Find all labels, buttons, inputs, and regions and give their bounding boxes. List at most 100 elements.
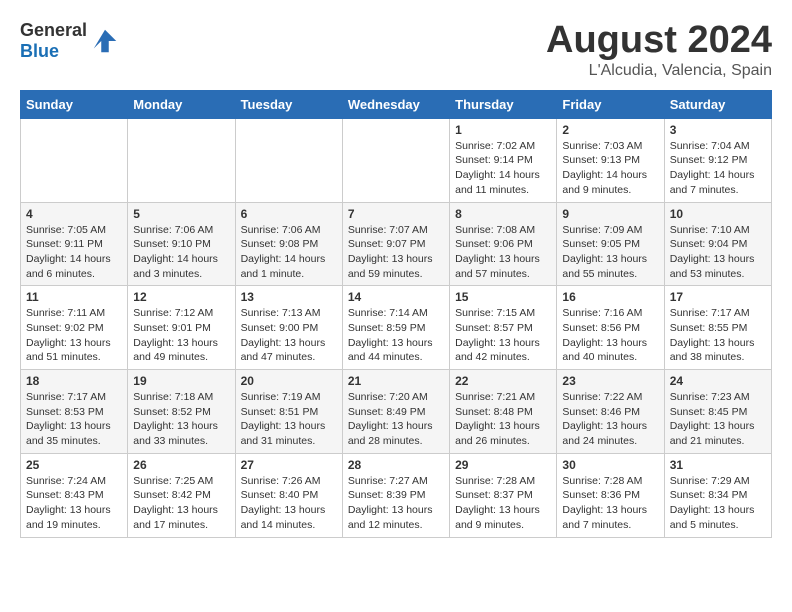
day-number: 17	[670, 290, 766, 304]
day-cell: 28 Sunrise: 7:27 AMSunset: 8:39 PMDayligh…	[342, 453, 449, 537]
day-number: 21	[348, 374, 444, 388]
day-info: Sunrise: 7:20 AMSunset: 8:49 PMDaylight:…	[348, 390, 444, 449]
day-cell: 4 Sunrise: 7:05 AMSunset: 9:11 PMDaylight…	[21, 202, 128, 286]
day-cell: 1 Sunrise: 7:02 AMSunset: 9:14 PMDaylight…	[450, 118, 557, 202]
day-cell	[21, 118, 128, 202]
day-number: 5	[133, 207, 229, 221]
day-cell: 30 Sunrise: 7:28 AMSunset: 8:36 PMDayligh…	[557, 453, 664, 537]
day-info: Sunrise: 7:03 AMSunset: 9:13 PMDaylight:…	[562, 139, 658, 198]
day-info: Sunrise: 7:10 AMSunset: 9:04 PMDaylight:…	[670, 223, 766, 282]
day-number: 31	[670, 458, 766, 472]
page-header: General Blue August 2024 L'Alcudia, Vale…	[20, 20, 772, 80]
day-cell: 6 Sunrise: 7:06 AMSunset: 9:08 PMDaylight…	[235, 202, 342, 286]
day-number: 18	[26, 374, 122, 388]
day-number: 9	[562, 207, 658, 221]
day-info: Sunrise: 7:25 AMSunset: 8:42 PMDaylight:…	[133, 474, 229, 533]
day-info: Sunrise: 7:07 AMSunset: 9:07 PMDaylight:…	[348, 223, 444, 282]
calendar-table: SundayMondayTuesdayWednesdayThursdayFrid…	[20, 90, 772, 538]
day-info: Sunrise: 7:19 AMSunset: 8:51 PMDaylight:…	[241, 390, 337, 449]
week-row-1: 1 Sunrise: 7:02 AMSunset: 9:14 PMDaylight…	[21, 118, 772, 202]
day-number: 1	[455, 123, 551, 137]
day-number: 27	[241, 458, 337, 472]
day-cell: 22Sunrise: 7:21 AMSunset: 8:48 PMDayligh…	[450, 370, 557, 454]
day-info: Sunrise: 7:06 AMSunset: 9:08 PMDaylight:…	[241, 223, 337, 282]
logo-general: General	[20, 20, 87, 40]
day-number: 20	[241, 374, 337, 388]
day-cell	[342, 118, 449, 202]
day-cell: 17Sunrise: 7:17 AMSunset: 8:55 PMDayligh…	[664, 286, 771, 370]
day-cell: 31 Sunrise: 7:29 AMSunset: 8:34 PMDayligh…	[664, 453, 771, 537]
day-info: Sunrise: 7:27 AMSunset: 8:39 PMDaylight:…	[348, 474, 444, 533]
day-cell: 26 Sunrise: 7:25 AMSunset: 8:42 PMDayligh…	[128, 453, 235, 537]
day-cell: 14Sunrise: 7:14 AMSunset: 8:59 PMDayligh…	[342, 286, 449, 370]
day-info: Sunrise: 7:23 AMSunset: 8:45 PMDaylight:…	[670, 390, 766, 449]
logo-icon	[90, 26, 120, 56]
logo-text: General Blue	[20, 20, 87, 62]
day-info: Sunrise: 7:16 AMSunset: 8:56 PMDaylight:…	[562, 306, 658, 365]
month-title: August 2024	[546, 20, 772, 62]
day-info: Sunrise: 7:09 AMSunset: 9:05 PMDaylight:…	[562, 223, 658, 282]
day-info: Sunrise: 7:08 AMSunset: 9:06 PMDaylight:…	[455, 223, 551, 282]
day-number: 19	[133, 374, 229, 388]
day-cell: 11Sunrise: 7:11 AMSunset: 9:02 PMDayligh…	[21, 286, 128, 370]
day-info: Sunrise: 7:17 AMSunset: 8:53 PMDaylight:…	[26, 390, 122, 449]
week-row-4: 18 Sunrise: 7:17 AMSunset: 8:53 PMDayligh…	[21, 370, 772, 454]
day-info: Sunrise: 7:28 AMSunset: 8:37 PMDaylight:…	[455, 474, 551, 533]
col-header-thursday: Thursday	[450, 90, 557, 118]
day-info: Sunrise: 7:22 AMSunset: 8:46 PMDaylight:…	[562, 390, 658, 449]
day-cell: 16Sunrise: 7:16 AMSunset: 8:56 PMDayligh…	[557, 286, 664, 370]
day-number: 25	[26, 458, 122, 472]
day-number: 23	[562, 374, 658, 388]
title-area: August 2024 L'Alcudia, Valencia, Spain	[546, 20, 772, 80]
location-title: L'Alcudia, Valencia, Spain	[546, 62, 772, 80]
day-number: 28	[348, 458, 444, 472]
day-info: Sunrise: 7:26 AMSunset: 8:40 PMDaylight:…	[241, 474, 337, 533]
day-cell: 25 Sunrise: 7:24 AMSunset: 8:43 PMDayligh…	[21, 453, 128, 537]
col-header-friday: Friday	[557, 90, 664, 118]
day-info: Sunrise: 7:28 AMSunset: 8:36 PMDaylight:…	[562, 474, 658, 533]
day-cell	[128, 118, 235, 202]
day-cell: 5 Sunrise: 7:06 AMSunset: 9:10 PMDaylight…	[128, 202, 235, 286]
day-info: Sunrise: 7:14 AMSunset: 8:59 PMDaylight:…	[348, 306, 444, 365]
day-number: 26	[133, 458, 229, 472]
day-info: Sunrise: 7:15 AMSunset: 8:57 PMDaylight:…	[455, 306, 551, 365]
day-cell: 21 Sunrise: 7:20 AMSunset: 8:49 PMDayligh…	[342, 370, 449, 454]
day-info: Sunrise: 7:24 AMSunset: 8:43 PMDaylight:…	[26, 474, 122, 533]
day-cell: 3 Sunrise: 7:04 AMSunset: 9:12 PMDaylight…	[664, 118, 771, 202]
day-cell: 7Sunrise: 7:07 AMSunset: 9:07 PMDaylight…	[342, 202, 449, 286]
col-header-tuesday: Tuesday	[235, 90, 342, 118]
day-info: Sunrise: 7:05 AMSunset: 9:11 PMDaylight:…	[26, 223, 122, 282]
day-number: 30	[562, 458, 658, 472]
day-cell: 9 Sunrise: 7:09 AMSunset: 9:05 PMDaylight…	[557, 202, 664, 286]
day-cell: 18 Sunrise: 7:17 AMSunset: 8:53 PMDayligh…	[21, 370, 128, 454]
day-info: Sunrise: 7:12 AMSunset: 9:01 PMDaylight:…	[133, 306, 229, 365]
day-number: 8	[455, 207, 551, 221]
day-info: Sunrise: 7:04 AMSunset: 9:12 PMDaylight:…	[670, 139, 766, 198]
week-row-5: 25 Sunrise: 7:24 AMSunset: 8:43 PMDayligh…	[21, 453, 772, 537]
day-info: Sunrise: 7:02 AMSunset: 9:14 PMDaylight:…	[455, 139, 551, 198]
day-info: Sunrise: 7:21 AMSunset: 8:48 PMDaylight:…	[455, 390, 551, 449]
day-cell: 20 Sunrise: 7:19 AMSunset: 8:51 PMDayligh…	[235, 370, 342, 454]
col-header-saturday: Saturday	[664, 90, 771, 118]
day-cell	[235, 118, 342, 202]
day-number: 6	[241, 207, 337, 221]
day-info: Sunrise: 7:18 AMSunset: 8:52 PMDaylight:…	[133, 390, 229, 449]
col-header-wednesday: Wednesday	[342, 90, 449, 118]
day-cell: 12 Sunrise: 7:12 AMSunset: 9:01 PMDayligh…	[128, 286, 235, 370]
day-cell: 8 Sunrise: 7:08 AMSunset: 9:06 PMDaylight…	[450, 202, 557, 286]
day-info: Sunrise: 7:06 AMSunset: 9:10 PMDaylight:…	[133, 223, 229, 282]
day-number: 4	[26, 207, 122, 221]
day-number: 3	[670, 123, 766, 137]
day-info: Sunrise: 7:13 AMSunset: 9:00 PMDaylight:…	[241, 306, 337, 365]
day-cell: 29Sunrise: 7:28 AMSunset: 8:37 PMDayligh…	[450, 453, 557, 537]
day-cell: 15Sunrise: 7:15 AMSunset: 8:57 PMDayligh…	[450, 286, 557, 370]
day-number: 11	[26, 290, 122, 304]
day-cell: 24Sunrise: 7:23 AMSunset: 8:45 PMDayligh…	[664, 370, 771, 454]
day-number: 12	[133, 290, 229, 304]
col-header-monday: Monday	[128, 90, 235, 118]
week-row-2: 4 Sunrise: 7:05 AMSunset: 9:11 PMDaylight…	[21, 202, 772, 286]
day-number: 13	[241, 290, 337, 304]
day-info: Sunrise: 7:29 AMSunset: 8:34 PMDaylight:…	[670, 474, 766, 533]
day-cell: 10Sunrise: 7:10 AMSunset: 9:04 PMDayligh…	[664, 202, 771, 286]
day-cell: 19 Sunrise: 7:18 AMSunset: 8:52 PMDayligh…	[128, 370, 235, 454]
